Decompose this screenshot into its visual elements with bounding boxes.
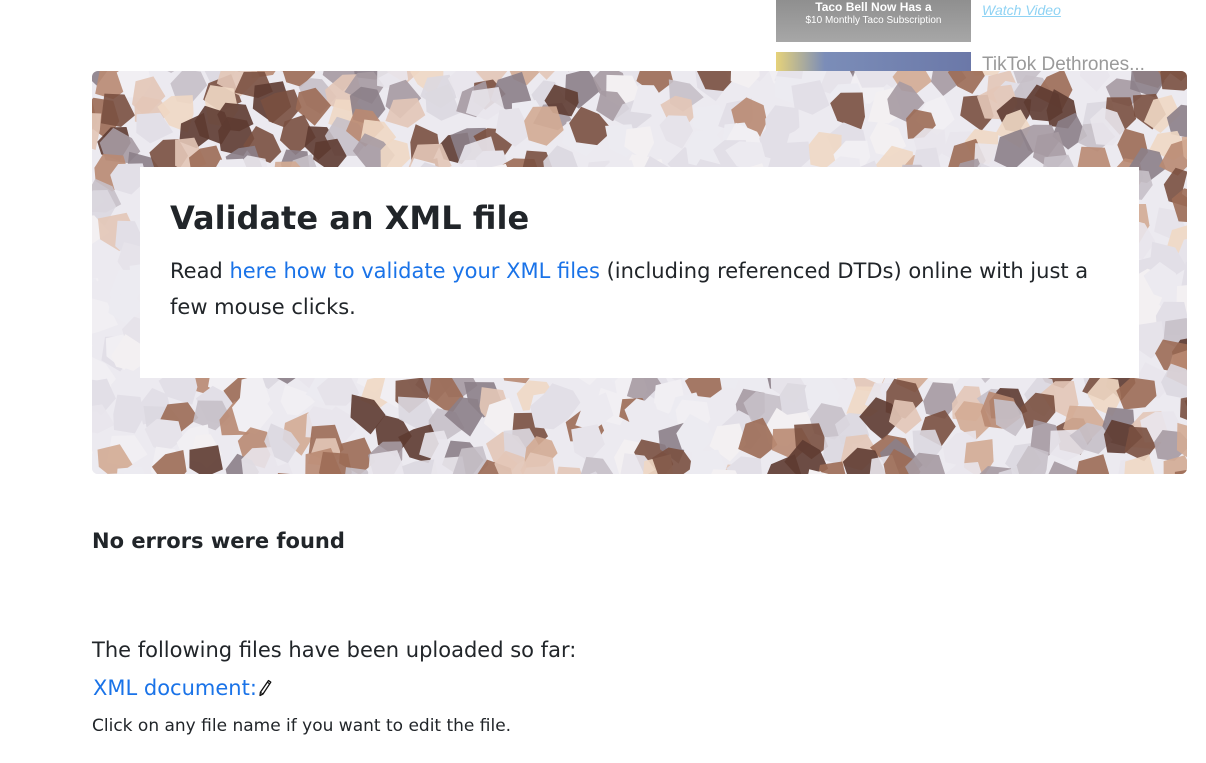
xml-document-link[interactable]: XML document: — [93, 676, 257, 700]
ad-thumbnail-subline: $10 Monthly Taco Subscription — [805, 15, 942, 26]
validate-howto-link[interactable]: here how to validate your XML files — [229, 259, 599, 283]
mosaic-tile — [1124, 454, 1155, 474]
hero-card: Validate an XML file Read here how to va… — [140, 167, 1139, 378]
mosaic-tile — [730, 71, 760, 88]
mosaic-tile — [189, 445, 223, 474]
mosaic-tile — [830, 92, 865, 130]
page: Taco Bell Now Has a $10 Monthly Taco Sub… — [0, 0, 1206, 763]
file-item[interactable]: XML document: — [93, 672, 272, 704]
validation-result: No errors were found — [92, 529, 345, 553]
ad-title[interactable]: TikTok Dethrones... — [982, 52, 1172, 72]
mosaic-tile — [113, 394, 145, 434]
hero-banner: Validate an XML file Read here how to va… — [92, 71, 1187, 474]
hero-text-before: Read — [170, 259, 230, 283]
mosaic-tile — [1076, 454, 1110, 474]
mosaic-tile — [1160, 71, 1187, 91]
mosaic-tile — [100, 93, 135, 127]
edit-hint: Click on any file name if you want to ed… — [92, 716, 512, 736]
mosaic-tile — [1079, 71, 1110, 92]
ad-watch-video-link[interactable]: Watch Video — [982, 0, 1061, 20]
ad-thumbnail[interactable]: Taco Bell Now Has a $10 Monthly Taco Sub… — [776, 0, 971, 42]
uploaded-files-intro: The following files have been uploaded s… — [92, 638, 577, 662]
mosaic-tile — [92, 404, 115, 434]
pencil-icon[interactable] — [258, 679, 272, 697]
page-title: Validate an XML file — [170, 199, 530, 237]
mosaic-tile — [945, 462, 982, 474]
hero-description: Read here how to validate your XML files… — [170, 253, 1110, 325]
mosaic-tile — [524, 106, 564, 146]
mosaic-tile — [92, 251, 119, 279]
mosaic-tile — [1180, 397, 1187, 420]
ad-thumbnail-headline: Taco Bell Now Has a — [815, 0, 932, 14]
ad-item[interactable]: TikTok Dethrones... — [776, 52, 1196, 72]
ad-item[interactable]: Taco Bell Now Has a $10 Monthly Taco Sub… — [776, 0, 1196, 42]
ad-thumbnail[interactable] — [776, 52, 971, 72]
